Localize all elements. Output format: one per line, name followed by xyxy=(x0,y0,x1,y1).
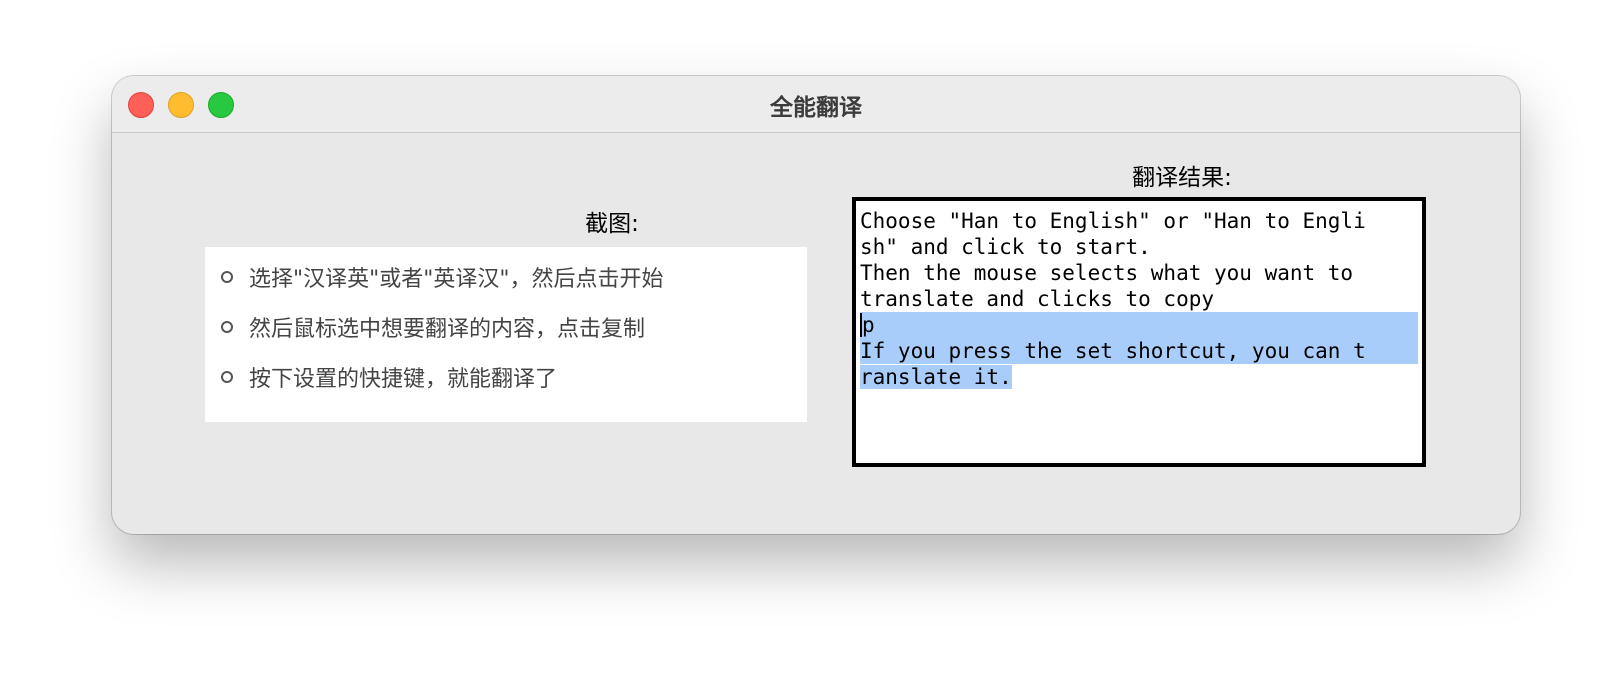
screenshot-list-item: 按下设置的快捷键，就能翻译了 xyxy=(221,362,557,392)
selected-text[interactable]: ranslate it. xyxy=(860,365,1012,389)
title-bar[interactable]: 全能翻译 xyxy=(112,76,1520,133)
bullet-icon xyxy=(221,371,233,383)
screenshot-list-item: 然后鼠标选中想要翻译的内容，点击复制 xyxy=(221,312,645,342)
result-label: 翻译结果: xyxy=(1132,165,1232,191)
result-line: If you press the set shortcut, you can t xyxy=(860,339,1366,363)
result-text-content[interactable]: Choose "Han to English" or "Han to Engli… xyxy=(860,208,1418,390)
result-line: translate and clicks to copy xyxy=(860,287,1215,311)
screenshot-list-item: 选择"汉译英"或者"英译汉"，然后点击开始 xyxy=(221,262,663,292)
result-line: sh" and click to start. xyxy=(860,235,1151,259)
screenshot-image: 选择"汉译英"或者"英译汉"，然后点击开始 然后鼠标选中想要翻译的内容，点击复制… xyxy=(205,247,807,422)
bullet-icon xyxy=(221,271,233,283)
app-window: 全能翻译 截图: 选择"汉译英"或者"英译汉"，然后点击开始 然后鼠标选中想要翻… xyxy=(112,76,1520,534)
translation-result-textarea[interactable]: Choose "Han to English" or "Han to Engli… xyxy=(852,197,1426,467)
screenshot-item-text: 选择"汉译英"或者"英译汉"，然后点击开始 xyxy=(249,267,664,292)
bullet-icon xyxy=(221,321,233,333)
selected-text[interactable]: p If you press the set shortcut, you can… xyxy=(860,312,1418,364)
screenshot-item-text: 然后鼠标选中想要翻译的内容，点击复制 xyxy=(249,317,646,342)
result-line: ranslate it. xyxy=(860,365,1012,389)
screenshot-item-text: 按下设置的快捷键，就能翻译了 xyxy=(249,367,558,392)
result-line: Choose "Han to English" or "Han to Engli xyxy=(860,209,1366,233)
window-title: 全能翻译 xyxy=(770,95,862,121)
screenshot-label: 截图: xyxy=(585,211,639,237)
result-line: Then the mouse selects what you want to xyxy=(860,261,1354,285)
result-line: p xyxy=(862,313,875,337)
